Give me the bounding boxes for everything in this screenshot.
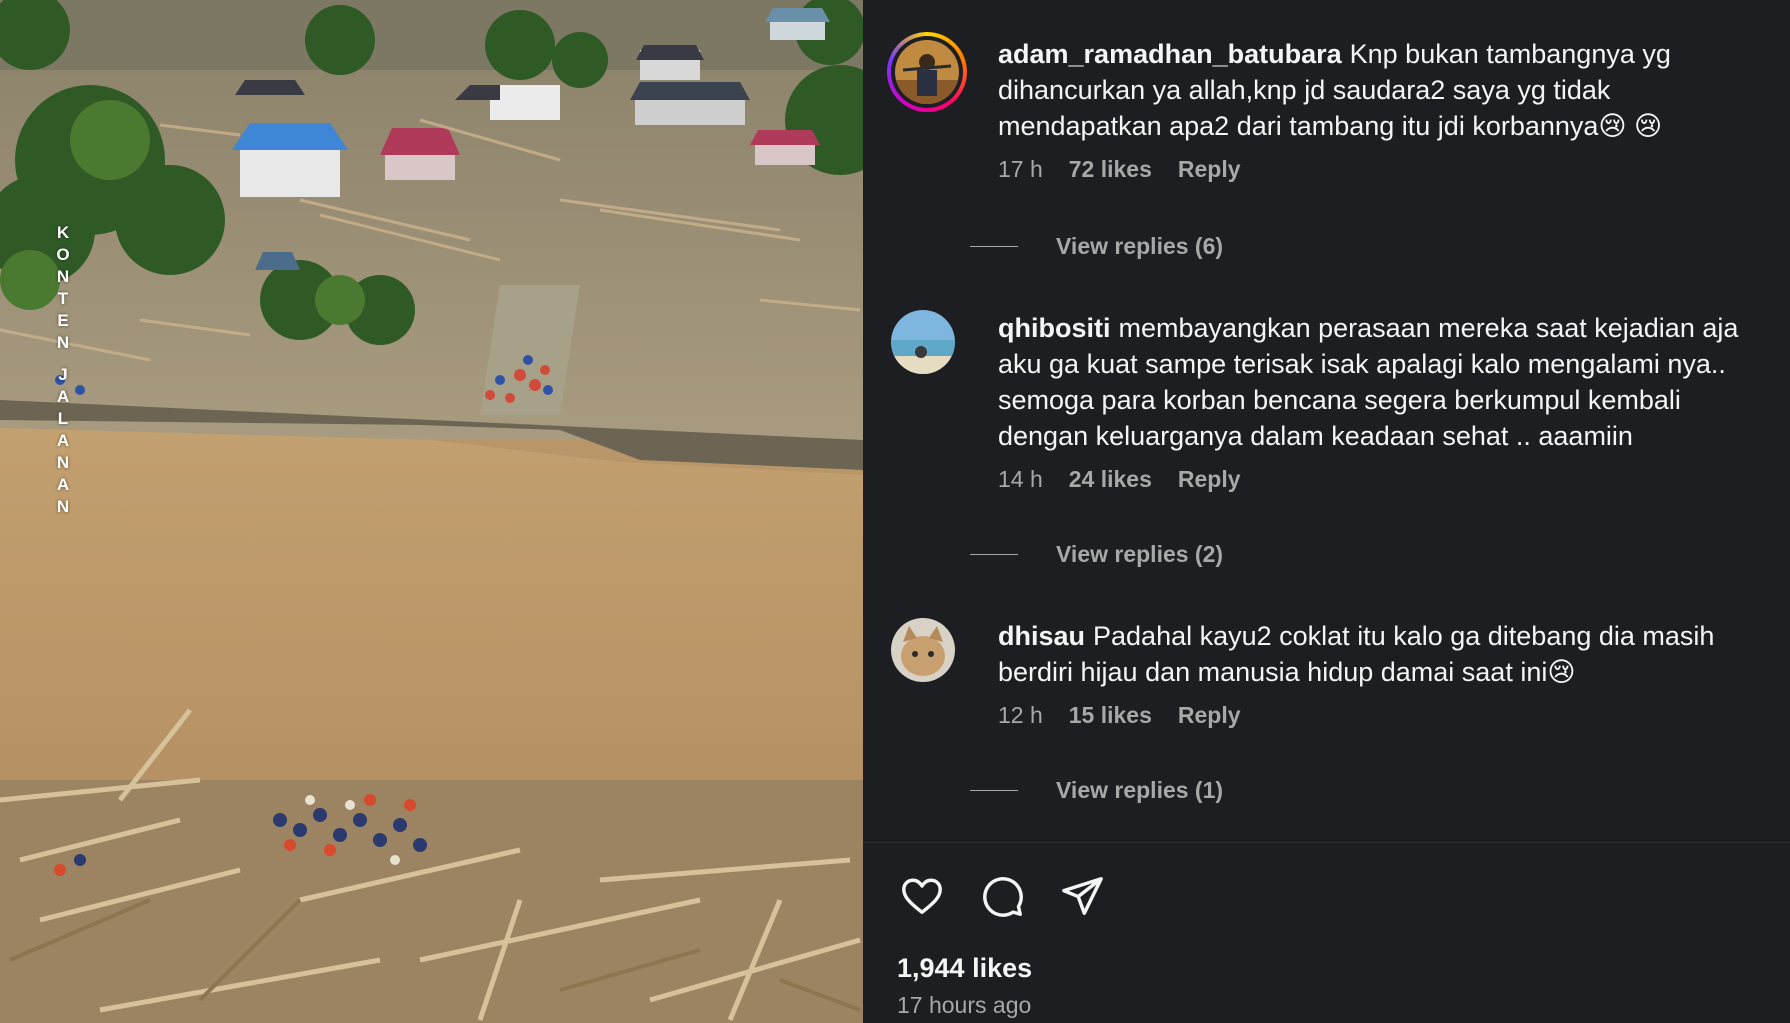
- watermark-letter: A: [56, 431, 70, 450]
- reply-button[interactable]: Reply: [1178, 466, 1241, 493]
- comment-likes-count[interactable]: 72 likes: [1069, 156, 1152, 183]
- replies-divider-line: [970, 790, 1018, 791]
- comment-age[interactable]: 17 h: [998, 156, 1043, 183]
- watermark-letter: A: [56, 387, 70, 406]
- watermark-letter: T: [57, 289, 69, 308]
- watermark-letter: A: [56, 475, 70, 494]
- post-likes-count[interactable]: 1,944 likes: [897, 953, 1032, 984]
- comments-panel: adam_ramadhan_batubara Knp bukan tambangn…: [863, 0, 1790, 1023]
- replies-divider-line: [970, 246, 1018, 247]
- view-replies-label: View replies (2): [1056, 541, 1224, 567]
- comment-username[interactable]: qhibositi: [998, 313, 1110, 343]
- comment-bubble-icon[interactable]: [979, 873, 1025, 919]
- watermark-letter: N: [56, 497, 70, 516]
- watermark-letter: N: [56, 267, 70, 286]
- replies-divider-line: [970, 554, 1018, 555]
- view-replies-label: View replies (1): [1056, 777, 1224, 803]
- comment-likes-count[interactable]: 15 likes: [1069, 702, 1152, 729]
- actions-divider: [863, 842, 1790, 843]
- reply-button[interactable]: Reply: [1178, 156, 1241, 183]
- comment-text: Padahal kayu2 coklat itu kalo ga diteban…: [998, 621, 1715, 687]
- avatar-story-ring[interactable]: [887, 32, 967, 112]
- reply-button[interactable]: Reply: [1178, 702, 1241, 729]
- avatar[interactable]: [891, 618, 955, 682]
- avatar[interactable]: [891, 310, 955, 374]
- watermark-letter: J: [58, 365, 68, 384]
- watermark-letter: O: [56, 245, 70, 264]
- paper-plane-icon[interactable]: [1059, 873, 1105, 919]
- comment-age[interactable]: 14 h: [998, 466, 1043, 493]
- heart-icon[interactable]: [899, 873, 945, 919]
- watermark-letter: N: [56, 333, 70, 352]
- view-replies-button[interactable]: View replies (2): [970, 541, 1223, 568]
- watermark-vertical: KONTENJALANAN: [53, 222, 73, 518]
- comment-likes-count[interactable]: 24 likes: [1069, 466, 1152, 493]
- watermark-letter: E: [57, 311, 69, 330]
- watermark-letter: N: [56, 453, 70, 472]
- view-replies-label: View replies (6): [1056, 233, 1224, 259]
- view-replies-button[interactable]: View replies (6): [970, 233, 1223, 260]
- avatar: [895, 40, 959, 104]
- post-media-image[interactable]: KONTENJALANAN: [0, 0, 863, 1023]
- post-timestamp[interactable]: 17 hours ago: [897, 992, 1031, 1019]
- comment-username[interactable]: adam_ramadhan_batubara: [998, 39, 1342, 69]
- post-action-bar: [899, 873, 1105, 919]
- watermark-letter: L: [57, 409, 69, 428]
- comment-username[interactable]: dhisau: [998, 621, 1085, 651]
- comment-age[interactable]: 12 h: [998, 702, 1043, 729]
- view-replies-button[interactable]: View replies (1): [970, 777, 1223, 804]
- watermark-letter: K: [56, 223, 70, 242]
- flood-aerial-photo: [0, 0, 863, 1023]
